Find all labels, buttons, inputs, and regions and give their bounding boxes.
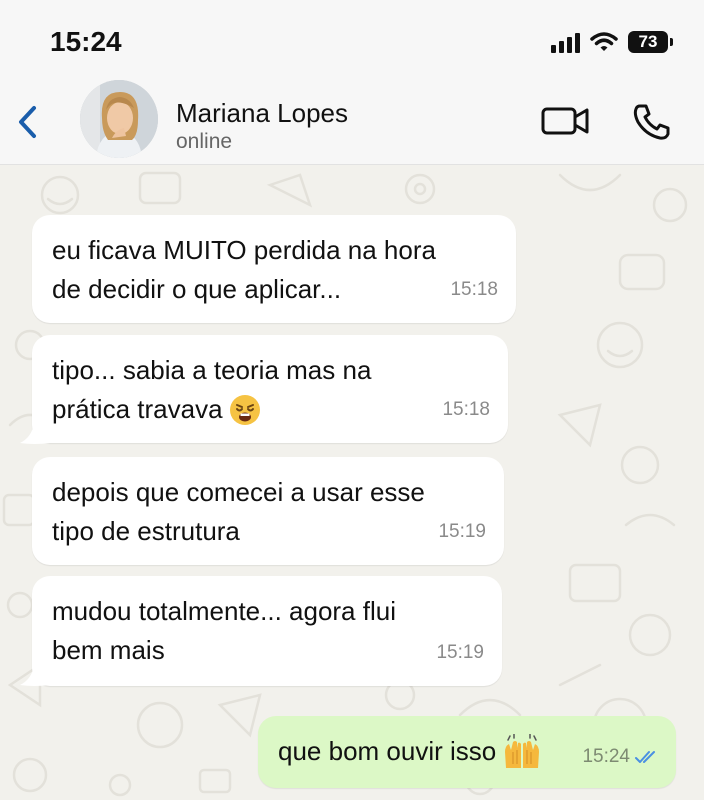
chat-header: Mariana Lopes online [0,80,704,165]
cellular-signal-icon [551,31,580,53]
message-timestamp: 15:18 [450,279,498,300]
phone-icon[interactable] [630,100,674,144]
message-text: depois que comecei a usar esse tipo de e… [52,473,425,551]
message-text-line: depois que comecei a usar esse [52,477,425,507]
message-bubble-incoming[interactable]: tipo... sabia a teoria mas na prática tr… [32,335,508,443]
message-bubble-incoming[interactable]: mudou totalmente... agora flui bem mais … [32,576,502,686]
message-bubble-incoming[interactable]: depois que comecei a usar esse tipo de e… [32,457,504,565]
message-meta: 15:24 [582,737,660,776]
chat-area[interactable]: eu ficava MUITO perdida na hora de decid… [0,165,704,800]
weary-face-icon [229,394,260,425]
contact-name[interactable]: Mariana Lopes [176,98,348,129]
status-time: 15:24 [50,26,122,57]
message-timestamp: 15:18 [442,399,490,420]
message-text-line: tipo... sabia a teoria mas na [52,355,372,385]
bubble-tail [20,423,50,444]
video-camera-icon[interactable] [540,104,590,138]
contact-presence: online [176,130,233,153]
message-text: que bom ouvir isso [278,732,542,771]
message-text-line: bem mais [52,635,165,665]
message-text-line: prática travava [52,390,371,429]
message-text: eu ficava MUITO perdida na hora de decid… [52,231,436,309]
message-text-line: tipo de estrutura [52,516,240,546]
message-text-fragment: prática travava [52,394,223,424]
message-text-line: mudou totalmente... agora flui [52,596,396,626]
message-text: tipo... sabia a teoria mas na prática tr… [52,351,371,429]
status-bar: 15:24 73 [0,0,704,80]
status-icons: 73 [551,26,673,58]
message-timestamp: 15:19 [438,521,486,542]
message-bubble-incoming[interactable]: eu ficava MUITO perdida na hora de decid… [32,215,516,323]
message-timestamp: 15:24 [582,746,630,767]
double-check-icon [635,750,655,763]
bubble-tail [20,665,50,686]
avatar[interactable] [80,80,158,158]
message-text-fragment: que bom ouvir isso [278,736,497,766]
chevron-left-icon[interactable] [12,102,44,142]
message-bubble-outgoing[interactable]: que bom ouvir isso 15:24 [258,716,676,788]
message-timestamp: 15:19 [436,642,484,663]
message-text-line: eu ficava MUITO perdida na hora [52,235,436,265]
wifi-icon [590,32,618,51]
message-text: mudou totalmente... agora flui bem mais [52,592,396,670]
raising-hands-icon [505,733,540,768]
message-text-line: de decidir o que aplicar... [52,274,342,304]
battery-icon: 73 [628,31,673,53]
